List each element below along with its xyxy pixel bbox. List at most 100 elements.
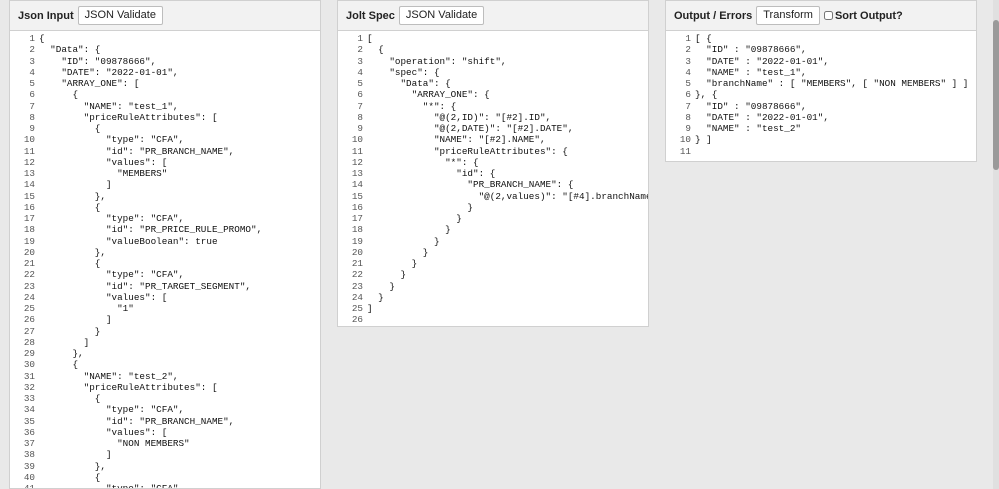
code-text: "DATE" : "2022-01-01", — [695, 111, 829, 123]
line-number: 3 — [685, 55, 691, 67]
code-line: 39 }, — [10, 461, 320, 472]
line-number: 15 — [23, 190, 35, 202]
code-text: "NAME": "[#2].NAME", — [367, 134, 546, 146]
line-number: 12 — [23, 156, 35, 168]
line-number: 7 — [29, 100, 35, 112]
line-number: 7 — [685, 100, 691, 112]
code-text: "operation": "shift", — [367, 55, 507, 67]
code-line: 25] — [338, 303, 648, 314]
line-number: 32 — [23, 381, 35, 393]
code-line: 11 — [666, 146, 976, 157]
line-number: 4 — [29, 66, 35, 78]
code-line: 23 } — [338, 281, 648, 292]
code-text: "priceRuleAttributes": [ — [39, 111, 218, 123]
code-line: 25 "1" — [10, 303, 320, 314]
code-text: "*": { — [367, 100, 457, 112]
line-number: 11 — [351, 145, 363, 157]
code-line: 23 "id": "PR_TARGET_SEGMENT", — [10, 281, 320, 292]
line-number: 10 — [679, 134, 691, 146]
line-number: 5 — [685, 78, 691, 89]
code-line: 3 "operation": "shift", — [338, 56, 648, 67]
code-text: { — [39, 258, 101, 269]
code-line: 40 { — [10, 472, 320, 483]
code-text: { — [39, 123, 101, 134]
code-line: 18 } — [338, 224, 648, 235]
code-line: 4 "spec": { — [338, 67, 648, 78]
code-text: }, — [39, 246, 106, 258]
line-number: 16 — [351, 201, 363, 213]
line-number: 3 — [29, 55, 35, 67]
line-number: 9 — [29, 123, 35, 134]
code-text: "values": [ — [39, 426, 168, 438]
sort-output-toggle[interactable]: Sort Output? — [823, 9, 903, 22]
code-line: 10 "type": "CFA", — [10, 134, 320, 145]
line-number: 19 — [351, 235, 363, 247]
code-text: } — [367, 213, 462, 224]
code-line: 30 { — [10, 359, 320, 370]
code-line: 6 "ARRAY_ONE": { — [338, 89, 648, 100]
line-number: 11 — [23, 145, 35, 157]
code-text: } — [367, 246, 429, 258]
line-number: 1 — [29, 33, 35, 44]
line-number: 10 — [23, 134, 35, 146]
code-line: 17 } — [338, 213, 648, 224]
code-line: 6 { — [10, 89, 320, 100]
code-line: 16 } — [338, 202, 648, 213]
sort-output-label: Sort Output? — [834, 9, 903, 22]
line-number: 8 — [357, 111, 363, 123]
line-number: 17 — [351, 213, 363, 224]
code-text: "id": "PR_BRANCH_NAME", — [39, 415, 235, 427]
code-line: 1[ — [338, 33, 648, 44]
line-number: 8 — [29, 111, 35, 123]
jolt-spec-editor[interactable]: 1[2 {3 "operation": "shift", 4 "spec": {5… — [338, 33, 648, 326]
code-text: { — [39, 393, 101, 404]
code-text: } — [367, 280, 395, 292]
output-title: Output / Errors — [674, 9, 753, 22]
code-line: 5 "Data": { — [338, 78, 648, 89]
code-text: } — [367, 224, 451, 236]
code-text: } ] — [695, 134, 712, 146]
code-text: "type": "CFA", — [39, 134, 185, 146]
code-text: "@(2,ID)": "[#2].ID", — [367, 111, 552, 123]
json-input-editor[interactable]: 1{2 "Data": {3 "ID": "09878666", 4 "DATE"… — [10, 33, 320, 488]
page-scrollbar[interactable] — [993, 0, 999, 489]
line-number: 22 — [351, 269, 363, 281]
code-line: 2 "ID" : "09878666", — [666, 44, 976, 55]
code-line: 9 { — [10, 123, 320, 134]
code-text: ] — [39, 179, 112, 191]
code-text: "NAME": "test_1", — [39, 100, 179, 112]
code-line: 1{ — [10, 33, 320, 44]
page-scrollbar-thumb[interactable] — [993, 20, 999, 170]
line-number: 2 — [29, 44, 35, 56]
code-text: }, — [39, 348, 84, 359]
code-line: 7 "*": { — [338, 101, 648, 112]
jolt-spec-validate-button[interactable]: JSON Validate — [398, 6, 485, 25]
code-text: "id": "PR_PRICE_RULE_PROMO", — [39, 224, 263, 236]
code-text: "ID" : "09878666", — [695, 44, 807, 56]
line-number: 27 — [23, 325, 35, 337]
line-number: 20 — [351, 246, 363, 258]
code-text: [ { — [695, 33, 712, 44]
code-line: 4 "DATE": "2022-01-01", — [10, 67, 320, 78]
line-number: 4 — [357, 66, 363, 78]
transform-button[interactable]: Transform — [756, 6, 820, 25]
sort-output-checkbox[interactable] — [823, 11, 833, 20]
code-line: 29 }, — [10, 348, 320, 359]
code-line: 4 "NAME" : "test_1", — [666, 67, 976, 78]
code-text: "Data": { — [39, 44, 101, 56]
code-line: 8 "priceRuleAttributes": [ — [10, 112, 320, 123]
code-text: [ — [367, 33, 373, 44]
line-number: 14 — [351, 179, 363, 191]
line-number: 9 — [685, 123, 691, 134]
code-text: ] — [39, 336, 90, 348]
code-line: 21 } — [338, 258, 648, 269]
code-line: 41 "type": "CFA", — [10, 483, 320, 488]
code-text: "ARRAY_ONE": { — [367, 89, 490, 101]
code-text: "values": [ — [39, 291, 168, 303]
code-text: "1" — [39, 303, 134, 314]
code-line: 36 "values": [ — [10, 427, 320, 438]
json-input-validate-button[interactable]: JSON Validate — [77, 6, 163, 25]
code-line: 10 "NAME": "[#2].NAME", — [338, 134, 648, 145]
line-number: 6 — [685, 89, 691, 101]
code-text: "priceRuleAttributes": [ — [39, 381, 218, 393]
